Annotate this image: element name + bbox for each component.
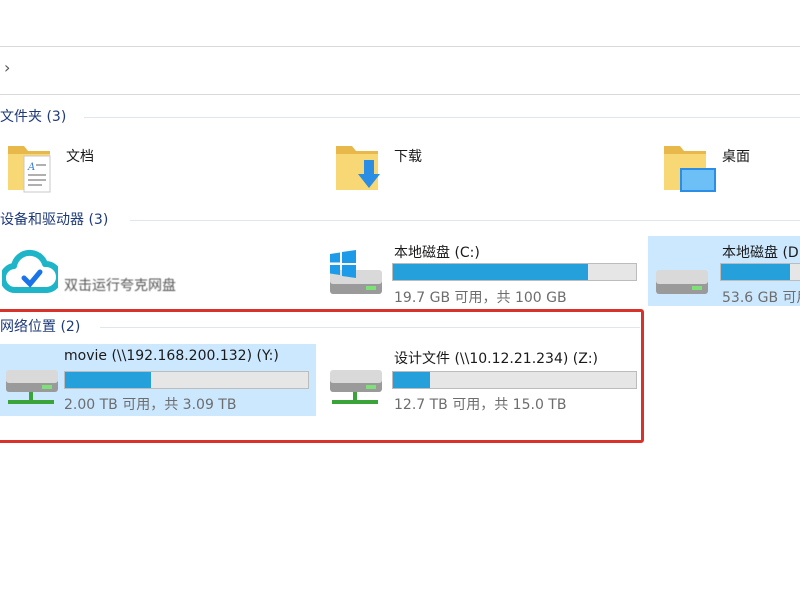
drive-d-usage-fill [721, 264, 790, 280]
drive-y-free-space: 2.00 TB 可用，共 3.09 TB [64, 397, 237, 413]
folder-desktop[interactable]: 桌面 [660, 134, 800, 200]
drive-d-free-space: 53.6 GB 可用 [722, 290, 800, 306]
drive-y-usage-fill [65, 372, 151, 388]
network-drive-icon [330, 370, 382, 404]
folder-label: 桌面 [722, 149, 750, 165]
drive-z-free-space: 12.7 TB 可用，共 15.0 TB [394, 397, 567, 413]
network-group-line [100, 327, 640, 328]
nav-row: › [0, 56, 800, 84]
network-group-title: 网络位置 (2) [0, 319, 81, 335]
drive-z-usage-fill [393, 372, 431, 388]
folders-group-header[interactable]: 文件夹 (3) [0, 106, 66, 126]
folder-documents[interactable]: A 文档 [0, 134, 320, 200]
top-separator [0, 46, 800, 47]
drive-d-usage-bar [720, 263, 800, 281]
hard-drive-icon [656, 270, 708, 294]
network-drive-icon [6, 370, 58, 404]
devices-group-header[interactable]: 设备和驱动器 (3) [0, 209, 108, 229]
quark-drive[interactable]: 双击运行夸克网盘 [0, 236, 320, 306]
devices-group-line [130, 220, 800, 221]
cloud-icon [2, 249, 58, 294]
folder-label: 文档 [66, 149, 94, 165]
drive-z-label: 设计文件 (\\10.12.21.234) (Z:) [394, 351, 599, 367]
drive-c-free-space: 19.7 GB 可用，共 100 GB [394, 290, 567, 306]
downloads-folder-icon [336, 146, 380, 190]
drive-y-label: movie (\\192.168.200.132) (Y:) [64, 348, 279, 364]
chevron-right-icon[interactable]: › [4, 58, 10, 78]
drive-y-usage-bar [64, 371, 309, 389]
drive-z-usage-bar [392, 371, 637, 389]
documents-folder-icon: A [8, 146, 51, 193]
drive-c-usage-fill [393, 264, 589, 280]
network-drive-z[interactable]: 设计文件 (\\10.12.21.234) (Z:) 12.7 TB 可用，共 … [322, 344, 642, 416]
drive-c[interactable]: 本地磁盘 (C:) 19.7 GB 可用，共 100 GB [322, 236, 642, 306]
folder-label: 下载 [394, 149, 422, 165]
network-drive-y[interactable]: movie (\\192.168.200.132) (Y:) 2.00 TB 可… [0, 344, 316, 416]
drive-d-label: 本地磁盘 (D [722, 245, 799, 261]
folder-downloads[interactable]: 下载 [330, 134, 650, 200]
quark-label: 双击运行夸克网盘 [64, 278, 176, 294]
drive-c-usage-bar [392, 263, 637, 281]
folders-group-line [84, 117, 800, 118]
drive-c-label: 本地磁盘 (C:) [394, 245, 480, 261]
network-group-header[interactable]: 网络位置 (2) [0, 316, 80, 336]
address-separator [0, 94, 800, 95]
desktop-folder-icon [664, 146, 716, 192]
drive-d[interactable]: 本地磁盘 (D 53.6 GB 可用 [648, 236, 800, 306]
svg-text:A: A [27, 162, 35, 173]
devices-group-title: 设备和驱动器 (3) [0, 212, 109, 228]
folders-group-title: 文件夹 (3) [0, 109, 67, 125]
windows-drive-icon [330, 250, 382, 294]
